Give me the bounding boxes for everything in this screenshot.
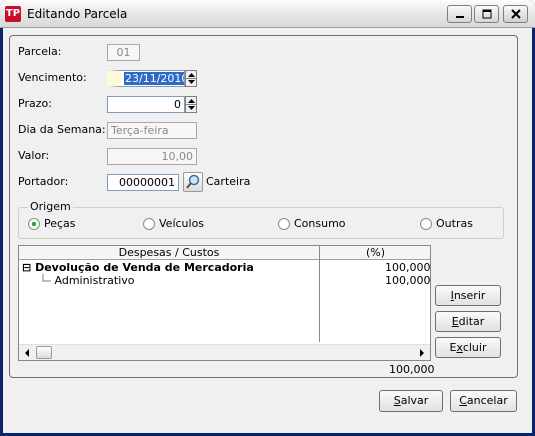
minimize-button[interactable] <box>447 5 472 23</box>
vencimento-label: Vencimento: <box>18 71 87 84</box>
spin-up-icon[interactable] <box>186 71 196 78</box>
radio-icon <box>143 217 155 230</box>
total-percent: 100,000 <box>389 363 435 376</box>
column-divider <box>319 246 320 342</box>
tree-row-child[interactable]: Administrativo <box>41 274 135 287</box>
close-button[interactable] <box>503 5 528 23</box>
dia-semana-field: Terça-feira <box>107 122 197 139</box>
row-label: Devolução de Venda de Mercadoria <box>35 261 254 274</box>
radio-label: Outras <box>436 217 473 230</box>
salvar-button[interactable]: Salvar <box>379 390 443 412</box>
origem-title: Origem <box>28 200 73 213</box>
minimize-icon <box>456 16 464 18</box>
dia-semana-label: Dia da Semana: <box>18 123 106 136</box>
editar-button[interactable]: Editar <box>435 311 501 332</box>
maximize-icon <box>482 9 492 19</box>
vencimento-value: 23/11/2010 <box>124 72 184 85</box>
radio-label: Peças <box>44 217 76 230</box>
client-area: Parcela: 01 Vencimento: 23/11/2010 Prazo… <box>3 28 532 433</box>
portador-label: Portador: <box>18 175 69 188</box>
inserir-button[interactable]: Inserir <box>435 285 501 306</box>
portador-search-button[interactable] <box>183 172 203 192</box>
app-icon: TP <box>5 6 21 22</box>
collapse-icon[interactable]: ⊟ <box>22 261 31 274</box>
radio-pecas[interactable]: Peças <box>28 217 76 230</box>
dialog-window: TP Editando Parcela Parcela: 01 Vencimen… <box>0 0 535 436</box>
radio-veiculos[interactable]: Veículos <box>143 217 204 230</box>
column-header-percent[interactable]: (%) <box>320 246 430 260</box>
portador-field[interactable]: 00000001 <box>107 174 179 191</box>
row-label: Administrativo <box>54 274 135 287</box>
valor-field: 10,00 <box>107 148 197 165</box>
parcela-field: 01 <box>107 44 140 61</box>
scroll-left-icon[interactable] <box>23 349 31 357</box>
radio-label: Veículos <box>159 217 205 230</box>
tree-row[interactable]: ⊟ Devolução de Venda de Mercadoria <box>22 261 254 274</box>
row-value: 100,000 <box>385 261 431 274</box>
cancelar-button[interactable]: Cancelar <box>450 390 517 412</box>
radio-outras[interactable]: Outras <box>420 217 473 230</box>
valor-label: Valor: <box>18 149 50 162</box>
scroll-right-icon[interactable] <box>418 349 426 357</box>
title-bar[interactable]: TP Editando Parcela <box>0 0 535 28</box>
spin-up-icon[interactable] <box>186 97 196 104</box>
spin-down-icon[interactable] <box>186 104 196 111</box>
prazo-label: Prazo: <box>18 97 52 110</box>
prazo-field[interactable]: 0 <box>107 96 185 113</box>
main-panel: Parcela: 01 Vencimento: 23/11/2010 Prazo… <box>9 35 518 378</box>
tree-branch-icon <box>42 274 51 282</box>
prazo-spinner[interactable] <box>185 96 197 113</box>
row-value: 100,000 <box>385 274 431 287</box>
radio-label: Consumo <box>294 217 346 230</box>
radio-icon <box>278 217 290 230</box>
scroll-thumb[interactable] <box>36 346 52 359</box>
spin-down-icon[interactable] <box>186 78 196 85</box>
horizontal-scrollbar[interactable] <box>19 344 430 360</box>
window-title: Editando Parcela <box>27 7 128 21</box>
column-header-despesas[interactable]: Despesas / Custos <box>19 246 319 260</box>
vencimento-spinner[interactable] <box>185 70 197 87</box>
portador-name: Carteira <box>206 175 251 188</box>
excluir-button[interactable]: Excluir <box>435 337 501 358</box>
vencimento-field[interactable]: 23/11/2010 <box>107 70 185 87</box>
close-icon <box>511 9 521 19</box>
radio-icon <box>420 217 432 230</box>
maximize-button[interactable] <box>474 5 499 23</box>
magnifier-icon <box>186 174 200 189</box>
radio-consumo[interactable]: Consumo <box>278 217 346 230</box>
parcela-label: Parcela: <box>18 45 62 58</box>
despesas-tree-grid[interactable]: Despesas / Custos (%) ⊟ Devolução de Ven… <box>18 245 431 361</box>
radio-icon-selected <box>28 217 40 230</box>
